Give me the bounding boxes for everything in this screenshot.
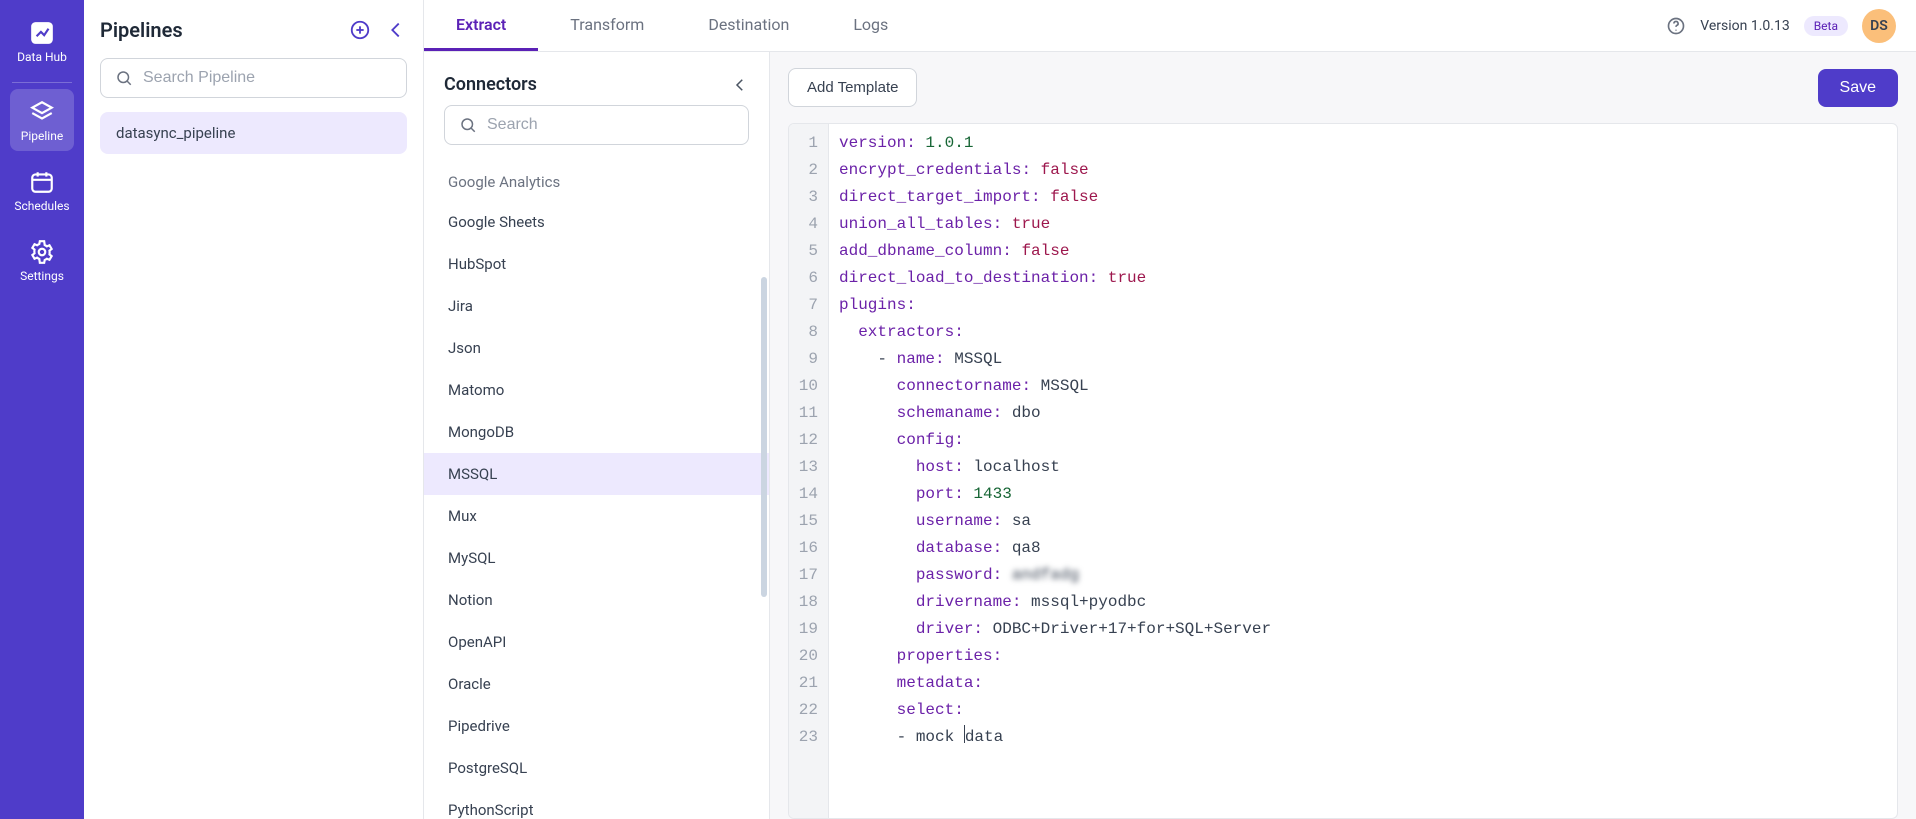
code-gutter: 1234567891011121314151617181920212223 [789,124,829,818]
connector-item[interactable]: Json [424,327,769,369]
tab-transform[interactable]: Transform [538,0,676,51]
connector-item[interactable]: Oracle [424,663,769,705]
add-pipeline-button[interactable] [349,19,371,41]
connector-item[interactable]: Notion [424,579,769,621]
connector-item[interactable]: HubSpot [424,243,769,285]
pipeline-search-input[interactable] [143,69,392,87]
connector-item[interactable]: PythonScript [424,789,769,819]
add-template-button[interactable]: Add Template [788,68,917,107]
connectors-panel: Connectors Google Analytics Google Sheet… [424,52,770,819]
pipelines-panel: Pipelines datasync_pipeline [84,0,424,819]
layers-icon [29,99,55,125]
connector-item[interactable]: Jira [424,285,769,327]
code-content[interactable]: version: 1.0.1encrypt_credentials: false… [829,124,1897,818]
connector-item[interactable]: Mux [424,495,769,537]
pipelines-title: Pipelines [100,18,183,42]
connector-item[interactable]: MSSQL [424,453,769,495]
connector-item[interactable]: MongoDB [424,411,769,453]
nav-rail: Data Hub Pipeline Schedules Settings [0,0,84,819]
tabs: ExtractTransformDestinationLogs [424,0,920,51]
gear-icon [29,239,55,265]
brand-label: Data Hub [17,50,67,64]
connector-item[interactable]: Matomo [424,369,769,411]
main-area: ExtractTransformDestinationLogs Version … [424,0,1916,819]
pipeline-item[interactable]: datasync_pipeline [100,112,407,154]
save-button[interactable]: Save [1818,69,1898,107]
collapse-connectors-button[interactable] [731,76,749,94]
nav-item-settings[interactable]: Settings [10,229,74,291]
nav-item-pipeline[interactable]: Pipeline [10,89,74,151]
connector-item[interactable]: PostgreSQL [424,747,769,789]
nav-item-label: Schedules [14,199,69,213]
logo-icon [29,20,55,46]
beta-badge: Beta [1804,16,1848,36]
connector-item-truncated[interactable]: Google Analytics [424,169,769,201]
search-icon [115,69,133,87]
search-icon [459,116,477,134]
code-editor[interactable]: 1234567891011121314151617181920212223 ve… [788,123,1898,819]
version-label: Version 1.0.13 [1700,18,1789,34]
connector-item[interactable]: OpenAPI [424,621,769,663]
scrollbar-thumb[interactable] [761,277,767,597]
rail-divider [12,82,72,83]
editor-toolbar: Add Template Save [770,52,1916,123]
workspace: Connectors Google Analytics Google Sheet… [424,52,1916,819]
connectors-search[interactable] [444,105,749,145]
editor-area: Add Template Save 1234567891011121314151… [770,52,1916,819]
pipeline-item-name: datasync_pipeline [116,124,235,142]
nav-item-schedules[interactable]: Schedules [10,159,74,221]
calendar-icon [29,169,55,195]
topbar: ExtractTransformDestinationLogs Version … [424,0,1916,52]
connectors-list[interactable]: Google Analytics Google SheetsHubSpotJir… [424,169,769,819]
collapse-pipelines-button[interactable] [385,19,407,41]
pipeline-search[interactable] [100,58,407,98]
nav-item-label: Pipeline [21,129,63,143]
connectors-title: Connectors [444,74,537,95]
connector-item[interactable]: Pipedrive [424,705,769,747]
avatar[interactable]: DS [1862,9,1896,43]
connector-item[interactable]: Google Sheets [424,201,769,243]
tab-extract[interactable]: Extract [424,0,538,51]
tab-destination[interactable]: Destination [676,0,821,51]
tab-logs[interactable]: Logs [821,0,920,51]
nav-item-label: Settings [20,269,64,283]
brand-logo[interactable]: Data Hub [10,10,74,72]
help-icon[interactable] [1666,16,1686,36]
connector-item[interactable]: MySQL [424,537,769,579]
connectors-search-input[interactable] [487,116,734,134]
